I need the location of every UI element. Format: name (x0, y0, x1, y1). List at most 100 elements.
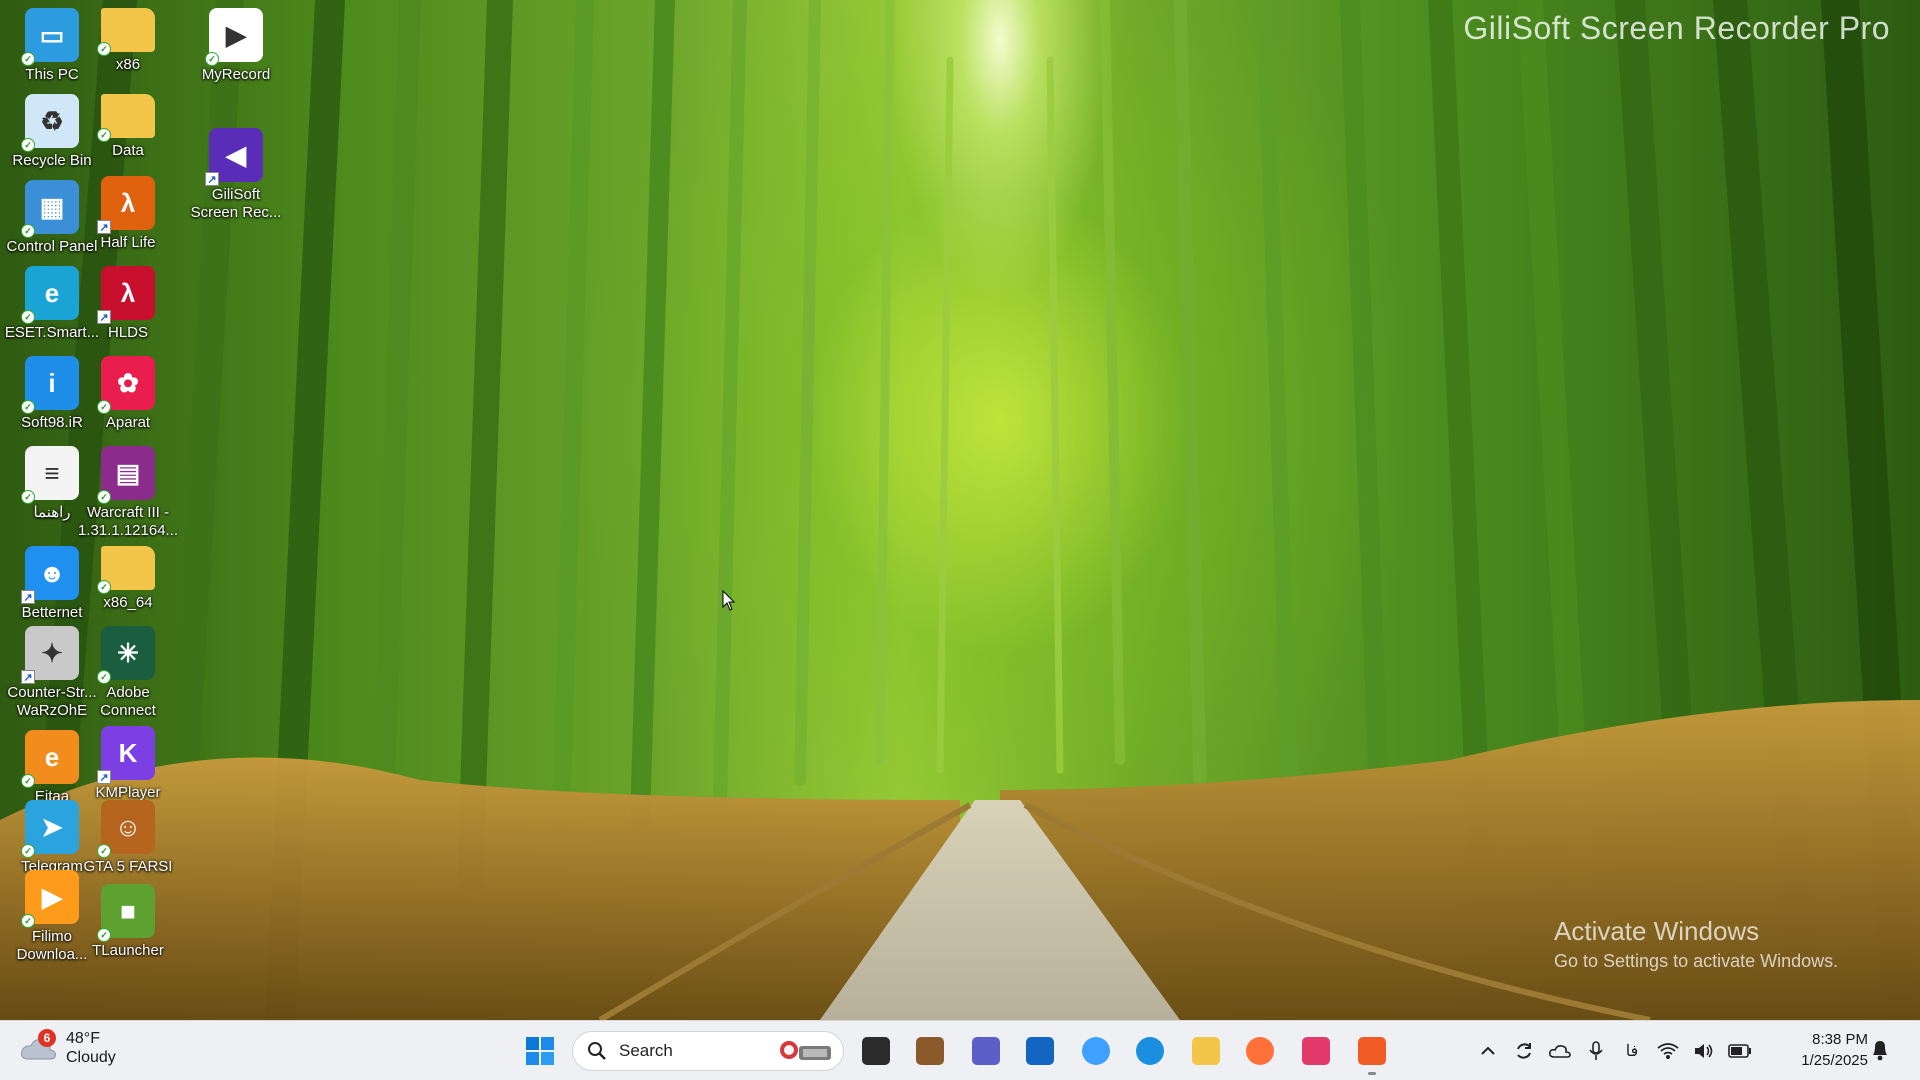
clock-time: 8:38 PM (1812, 1031, 1868, 1048)
desktop-icon-label: TLauncher (92, 942, 164, 959)
shortcut-arrow-icon: ↗ (97, 220, 111, 234)
shortcut-arrow-icon: ↗ (97, 310, 111, 324)
microphone-icon[interactable] (1578, 1033, 1614, 1069)
taskbar-search-box[interactable]: Search (572, 1031, 844, 1071)
desktop-icon-media-player[interactable]: ▶ ✓ MyRecord (190, 8, 282, 84)
desktop-wallpaper (0, 0, 1920, 1020)
aparat-icon: ✿ ✓ (97, 356, 155, 414)
desktop-icon-hlds[interactable]: λ ↗ HLDS (82, 266, 174, 342)
gilisoft-recorder-icon: ◀ ↗ (205, 128, 263, 186)
notification-bell-icon[interactable] (1870, 1039, 1890, 1066)
adobe-connect-icon: ✳ ✓ (97, 626, 155, 684)
taskbar-clock[interactable]: 8:38 PM 1/25/2025 (1782, 1029, 1868, 1071)
microsoft-store-icon (1026, 1037, 1054, 1065)
desktop-icon-tlauncher[interactable]: ■ ✓ TLauncher (82, 884, 174, 960)
system-tray: فا (1470, 1031, 1758, 1071)
desktop-icon-label: Adobe Connect (100, 684, 156, 719)
cloud-icon: 6 (20, 1029, 58, 1063)
copilot-icon (1082, 1037, 1110, 1065)
clock-date: 1/25/2025 (1801, 1052, 1868, 1069)
input-language-indicator[interactable]: فا (1614, 1033, 1650, 1069)
desktop-icon-label: x86 (115, 56, 141, 73)
telegram-icon: ➤ ✓ (21, 800, 79, 858)
sync-status-check-icon: ✓ (21, 774, 35, 788)
eitaa-icon: e ✓ (21, 730, 79, 788)
gta-app-icon (916, 1037, 944, 1065)
wifi-icon[interactable] (1650, 1033, 1686, 1069)
gta5-icon: ☺ ✓ (97, 800, 155, 858)
this-pc-icon: ▭ ✓ (21, 8, 79, 66)
snipping-tool-icon (1302, 1037, 1330, 1065)
desktop-icon-label: MyRecord (201, 66, 271, 83)
taskbar-gilisoft-recorder-button[interactable] (1352, 1031, 1392, 1075)
desktop-icon-adobe-connect[interactable]: ✳ ✓ Adobe Connect (82, 626, 174, 720)
kmplayer-icon: K ↗ (97, 726, 155, 784)
desktop-icon-gilisoft-recorder[interactable]: ◀ ↗ GiliSoft Screen Rec... (190, 128, 282, 222)
running-indicator (1368, 1072, 1376, 1075)
tlauncher-icon: ■ ✓ (97, 884, 155, 942)
show-hidden-icons-chevron-icon[interactable] (1470, 1033, 1506, 1069)
sync-status-check-icon: ✓ (97, 844, 111, 858)
desktop-icon-label: Betternet (21, 604, 83, 621)
eset-icon: e ✓ (21, 266, 79, 324)
desktop-icon-label: Filimo Downloa... (16, 928, 88, 963)
desktop-icon-folder[interactable]: ✓ x86 (82, 8, 174, 74)
taskbar-file-explorer-button[interactable] (1186, 1031, 1226, 1071)
battery-icon[interactable] (1722, 1033, 1758, 1069)
taskbar-edge-button[interactable] (1130, 1031, 1170, 1071)
task-view-icon (862, 1037, 890, 1065)
taskbar-snipping-button[interactable] (1296, 1031, 1336, 1071)
taskbar: 6 48°F Cloudy Search فا 8:38 PM 1/25/202… (0, 1020, 1920, 1080)
recorder-watermark: GiliSoft Screen Recorder Pro (1463, 10, 1890, 46)
folder-icon: ✓ (97, 8, 155, 56)
desktop-icon-winrar-archive[interactable]: ▤ ✓ Warcraft III - 1.31.1.12164... (78, 446, 178, 540)
desktop-icon-label: Warcraft III - 1.31.1.12164... (77, 504, 179, 539)
desktop-icon-gta5[interactable]: ☺ ✓ GTA 5 FARSI (82, 800, 174, 876)
sync-status-check-icon: ✓ (21, 138, 35, 152)
sync-status-check-icon: ✓ (97, 42, 111, 56)
desktop-icon-folder[interactable]: ✓ Data (82, 94, 174, 160)
shortcut-arrow-icon: ↗ (21, 590, 35, 604)
shortcut-arrow-icon: ↗ (205, 172, 219, 186)
taskbar-task-view-button[interactable] (856, 1031, 896, 1071)
desktop-icon-kmplayer[interactable]: K ↗ KMPlayer (82, 726, 174, 802)
desktop-icon-aparat[interactable]: ✿ ✓ Aparat (82, 356, 174, 432)
desktop-icon-label: Aparat (105, 414, 151, 431)
soft98-icon: i ✓ (21, 356, 79, 414)
activate-windows-watermark: Activate Windows Go to Settings to activ… (1554, 916, 1838, 972)
sync-status-check-icon: ✓ (97, 670, 111, 684)
gilisoft-recorder-icon (1358, 1037, 1386, 1065)
desktop-icon-label: راهنما (33, 504, 71, 521)
weather-widget[interactable]: 6 48°F Cloudy (20, 1029, 116, 1067)
taskbar-copilot-button[interactable] (1076, 1031, 1116, 1071)
sync-status-check-icon: ✓ (21, 844, 35, 858)
media-player-icon: ▶ ✓ (205, 8, 263, 66)
onedrive-cloud-icon[interactable] (1542, 1033, 1578, 1069)
filimo-icon: ▶ ✓ (21, 870, 79, 928)
sync-status-check-icon: ✓ (97, 928, 111, 942)
start-button[interactable] (520, 1031, 560, 1071)
betternet-icon: ☻ ↗ (21, 546, 79, 604)
volume-icon[interactable] (1686, 1033, 1722, 1069)
sync-status-check-icon: ✓ (97, 490, 111, 504)
taskbar-gta-app-button[interactable] (910, 1031, 950, 1071)
half-life-icon: λ ↗ (97, 176, 155, 234)
desktop-icon-label: Half Life (100, 234, 156, 251)
shortcut-arrow-icon: ↗ (97, 770, 111, 784)
sync-icon[interactable] (1506, 1033, 1542, 1069)
taskbar-store-button[interactable] (1020, 1031, 1060, 1071)
weather-condition: Cloudy (66, 1049, 116, 1066)
taskbar-firefox-button[interactable] (1240, 1031, 1280, 1071)
desktop-icon-folder[interactable]: ✓ x86_64 (82, 546, 174, 612)
desktop-icon-half-life[interactable]: λ ↗ Half Life (82, 176, 174, 252)
desktop-icon-label: Soft98.iR (21, 414, 83, 431)
counter-strike-icon: ✦ ↗ (21, 626, 79, 684)
sync-status-check-icon: ✓ (21, 310, 35, 324)
file-explorer-icon (1192, 1037, 1220, 1065)
pdf-document-icon: ≡ ✓ (21, 446, 79, 504)
folder-icon: ✓ (97, 94, 155, 142)
desktop-icon-label: GiliSoft Screen Rec... (190, 186, 282, 221)
windows-logo-icon (526, 1037, 554, 1065)
search-label: Search (619, 1041, 673, 1060)
taskbar-teams-button[interactable] (966, 1031, 1006, 1071)
